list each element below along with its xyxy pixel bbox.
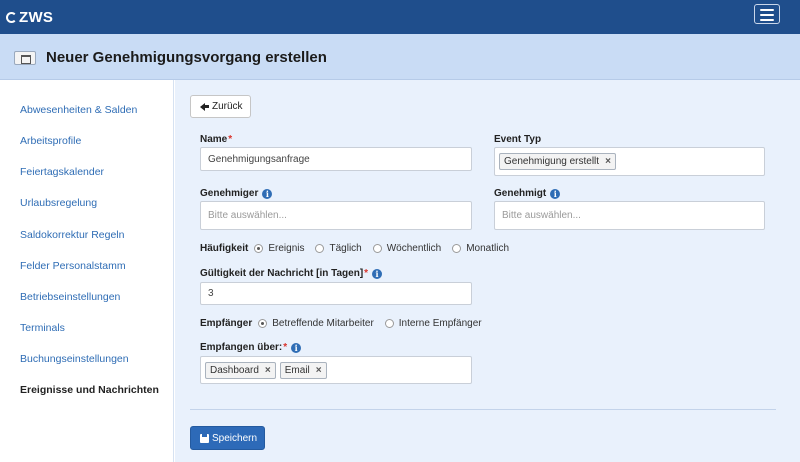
approved-select[interactable]: Bitte auswählen... xyxy=(494,201,765,230)
tag-label: Email xyxy=(284,364,310,376)
option-label: Wöchentlich xyxy=(386,243,442,254)
option-label: Täglich xyxy=(329,243,362,254)
required-mark: * xyxy=(283,342,288,353)
info-icon[interactable]: i xyxy=(291,342,302,353)
event-type-select[interactable]: Genehmigung erstellt × xyxy=(494,147,765,176)
divider xyxy=(190,409,776,410)
tag-label: Genehmigung erstellt xyxy=(504,156,600,167)
remove-tag-icon[interactable]: × xyxy=(265,365,271,376)
tag-label: Dashboard xyxy=(210,364,259,376)
calendar-icon xyxy=(14,51,36,65)
sidebar-item-vacation-rules[interactable]: Urlaubsregelung xyxy=(20,197,97,209)
required-mark: * xyxy=(364,268,369,279)
remove-tag-icon[interactable]: × xyxy=(605,156,611,167)
hamburger-icon-line xyxy=(760,9,774,11)
approved-label-text: Genehmigt xyxy=(494,188,547,199)
event-type-tag: Genehmigung erstellt × xyxy=(499,153,616,170)
recipient-radio-group: Empfänger Betreffende Mitarbeiter Intern… xyxy=(200,318,493,329)
approved-label: Genehmigt i xyxy=(494,188,561,199)
receive-via-select[interactable]: Dashboard × Email × xyxy=(200,356,472,384)
save-button[interactable]: Speichern xyxy=(190,426,265,450)
sidebar-item-balance-correction[interactable]: Saldokorrektur Regeln xyxy=(20,229,124,241)
required-mark: * xyxy=(228,134,233,145)
back-button[interactable]: Zurück xyxy=(190,95,251,118)
approver-label: Genehmiger i xyxy=(200,188,273,199)
sidebar-item-work-profiles[interactable]: Arbeitsprofile xyxy=(20,135,81,147)
radio[interactable] xyxy=(372,244,382,253)
radio-checked[interactable] xyxy=(254,244,264,253)
top-bar: ZWS xyxy=(0,0,800,34)
info-icon[interactable]: i xyxy=(262,188,273,199)
logo-text: ZWS xyxy=(19,9,54,26)
frequency-radio-group: Häufigkeit Ereignis Täglich Wöchentlich … xyxy=(200,243,520,254)
option-label: Interne Empfänger xyxy=(398,318,482,329)
validity-label: Gültigkeit der Nachricht [in Tagen] * i xyxy=(200,268,383,279)
frequency-option-event[interactable]: Ereignis xyxy=(254,243,304,254)
sidebar-item-terminals[interactable]: Terminals xyxy=(20,322,65,334)
sidebar-item-absences[interactable]: Abwesenheiten & Salden xyxy=(20,104,137,116)
radio[interactable] xyxy=(384,319,394,328)
radio[interactable] xyxy=(452,244,462,253)
frequency-option-weekly[interactable]: Wöchentlich xyxy=(372,243,442,254)
save-label: Speichern xyxy=(212,432,258,444)
validity-days-field[interactable]: 3 xyxy=(200,282,472,305)
menu-toggle-button[interactable] xyxy=(754,4,780,24)
channel-tag-dashboard: Dashboard × xyxy=(205,361,276,379)
approver-label-text: Genehmiger xyxy=(200,188,259,199)
arrow-shaft xyxy=(205,105,209,108)
zws-logo[interactable]: ZWS xyxy=(6,9,53,26)
page-header: Neuer Genehmigungsvorgang erstellen xyxy=(0,34,800,80)
option-label: Betreffende Mitarbeiter xyxy=(272,318,374,329)
recipient-label: Empfänger xyxy=(200,318,253,329)
main-content: Zurück Name * Genehmigungsanfrage Event T… xyxy=(175,80,800,462)
info-icon[interactable]: i xyxy=(372,268,383,279)
name-field[interactable]: Genehmigungsanfrage xyxy=(200,147,472,171)
sidebar: Abwesenheiten & Salden Arbeitsprofile Fe… xyxy=(0,80,174,462)
hamburger-icon-line xyxy=(760,19,774,21)
event-type-label: Event Typ xyxy=(494,134,542,145)
sidebar-item-personnel-fields[interactable]: Felder Personalstamm xyxy=(20,260,126,272)
frequency-option-monthly[interactable]: Monatlich xyxy=(452,243,509,254)
receive-via-label: Empfangen über: * i xyxy=(200,342,302,353)
sidebar-item-booking-settings[interactable]: Buchungseinstellungen xyxy=(20,353,129,365)
option-label: Monatlich xyxy=(466,243,510,254)
receive-via-label-text: Empfangen über: xyxy=(200,342,283,353)
radio[interactable] xyxy=(315,244,325,253)
sidebar-item-holiday-calendar[interactable]: Feiertagskalender xyxy=(20,166,104,178)
recipient-option-internal[interactable]: Interne Empfänger xyxy=(384,318,482,329)
sidebar-item-events-messages[interactable]: Ereignisse und Nachrichten xyxy=(20,384,159,396)
logo-icon xyxy=(6,12,17,23)
floppy-disk-icon xyxy=(200,433,209,443)
radio-checked[interactable] xyxy=(258,319,268,328)
validity-label-text: Gültigkeit der Nachricht [in Tagen] xyxy=(200,268,364,279)
sidebar-item-company-settings[interactable]: Betriebseinstellungen xyxy=(20,291,120,303)
approver-select[interactable]: Bitte auswählen... xyxy=(200,201,472,230)
option-label: Ereignis xyxy=(268,243,305,254)
frequency-label: Häufigkeit xyxy=(200,243,249,254)
recipient-option-affected-employees[interactable]: Betreffende Mitarbeiter xyxy=(258,318,374,329)
back-label: Zurück xyxy=(212,101,243,112)
name-label: Name * xyxy=(200,134,232,145)
name-label-text: Name xyxy=(200,134,228,145)
info-icon[interactable]: i xyxy=(550,188,561,199)
hamburger-icon-line xyxy=(760,14,774,16)
remove-tag-icon[interactable]: × xyxy=(316,365,322,376)
frequency-option-daily[interactable]: Täglich xyxy=(315,243,362,254)
page-title: Neuer Genehmigungsvorgang erstellen xyxy=(46,49,327,66)
channel-tag-email: Email × xyxy=(279,361,327,379)
